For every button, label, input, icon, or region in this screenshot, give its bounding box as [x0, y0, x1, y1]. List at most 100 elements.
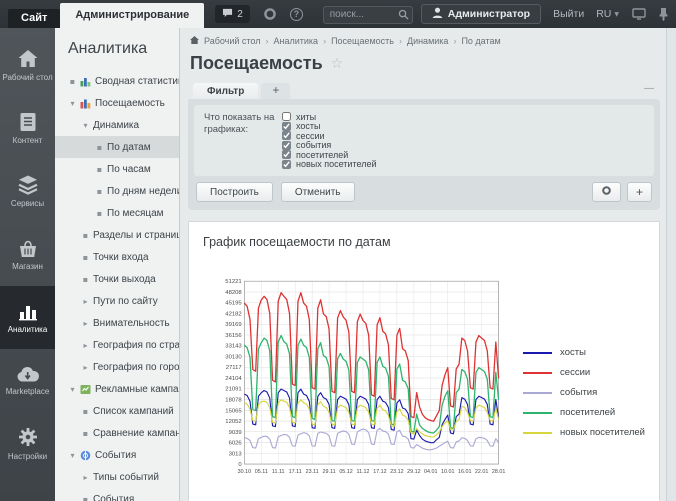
- sidebar-item[interactable]: ▾События: [55, 444, 179, 466]
- sidebar-item[interactable]: ▾Рекламные кампании: [55, 378, 179, 400]
- help-icon[interactable]: ?: [290, 8, 303, 21]
- filter-checkbox[interactable]: [282, 131, 291, 140]
- sidebar-item[interactable]: ▾Посещаемость: [55, 92, 179, 114]
- rail-item-settings[interactable]: Настройки: [0, 412, 55, 475]
- sidebar-item-label: Внимательность: [93, 318, 170, 329]
- sidebar-item[interactable]: ▪Сводная статистика: [55, 70, 179, 92]
- filter-option-label: хосты: [296, 121, 321, 131]
- filter-option[interactable]: хосты: [282, 122, 376, 132]
- breadcrumb-home-icon[interactable]: [190, 36, 199, 46]
- sidebar-item-label: Точки входа: [93, 252, 149, 263]
- filter-option[interactable]: хиты: [282, 112, 376, 122]
- svg-text:29.12: 29.12: [407, 469, 420, 475]
- sidebar-item[interactable]: ▪По датам: [55, 136, 179, 158]
- rail-item-services[interactable]: Сервисы: [0, 160, 55, 223]
- chart-title: График посещаемости по датам: [203, 235, 645, 249]
- bullet-icon: ▪: [81, 253, 90, 262]
- sidebar-item[interactable]: ▪По месяцам: [55, 202, 179, 224]
- breadcrumb-item[interactable]: Аналитика: [274, 36, 319, 46]
- user-button[interactable]: Администратор: [421, 4, 541, 24]
- rail-item-desktop[interactable]: Рабочий стол: [0, 34, 55, 97]
- chevron-right-icon: ▸: [81, 297, 90, 306]
- tab-admin[interactable]: Администрирование: [60, 3, 204, 28]
- filter-checkbox[interactable]: [282, 150, 291, 159]
- sidebar-item[interactable]: ▪Разделы и страницы: [55, 224, 179, 246]
- favorite-star-icon[interactable]: ☆: [331, 56, 344, 72]
- sidebar-item-label: Разделы и страницы: [93, 230, 180, 241]
- rail-item-shop[interactable]: Магазин: [0, 223, 55, 286]
- filter-checkbox[interactable]: [282, 112, 291, 121]
- filter-checkbox[interactable]: [282, 160, 291, 169]
- desktop-view-icon[interactable]: [632, 8, 646, 20]
- legend-label: новых посетителей: [560, 427, 645, 438]
- legend-item: сессии: [523, 367, 645, 378]
- settings-gear-icon[interactable]: [263, 7, 277, 21]
- filter-option[interactable]: сессии: [282, 131, 376, 141]
- legend-color-line: [523, 432, 552, 434]
- sidebar-item-label: Точки выхода: [93, 274, 156, 285]
- filter-checkbox[interactable]: [282, 141, 291, 150]
- sidebar-item[interactable]: ▪Сравнение кампаний: [55, 422, 179, 444]
- vertical-scrollbar[interactable]: [666, 28, 676, 501]
- filter-option[interactable]: посетителей: [282, 150, 376, 160]
- svg-text:10.01: 10.01: [441, 469, 454, 475]
- page-head: Посещаемость ☆: [188, 46, 660, 83]
- svg-text:23.12: 23.12: [390, 469, 403, 475]
- rail-item-analytics[interactable]: Аналитика: [0, 286, 55, 349]
- sidebar-item-label: По часам: [107, 164, 151, 175]
- breadcrumb: Рабочий стол›Аналитика›Посещаемость›Дина…: [188, 28, 660, 46]
- legend-label: посетителей: [560, 407, 615, 418]
- svg-text:33143: 33143: [225, 344, 242, 350]
- chevron-right-icon: ▸: [81, 363, 90, 372]
- tab-filter[interactable]: Фильтр: [193, 83, 258, 99]
- sidebar-item[interactable]: ▪По часам: [55, 158, 179, 180]
- breadcrumb-item[interactable]: Рабочий стол: [204, 36, 261, 46]
- cancel-button[interactable]: Отменить: [281, 182, 355, 202]
- filter-option[interactable]: новых посетителей: [282, 160, 376, 170]
- tab-site[interactable]: Сайт: [8, 9, 60, 28]
- breadcrumb-separator: ›: [453, 36, 456, 46]
- svg-text:18078: 18078: [225, 398, 242, 404]
- sidebar-item[interactable]: ▪Список кампаний: [55, 400, 179, 422]
- rail-item-marketplace[interactable]: Marketplace: [0, 349, 55, 412]
- sidebar-item[interactable]: ▸Внимательность: [55, 312, 179, 334]
- filter-fields: Что показать на графиках: хитыхостысесси…: [194, 105, 654, 176]
- minimize-filter-icon[interactable]: —: [644, 83, 654, 94]
- language-selector[interactable]: RU ▼: [596, 8, 619, 20]
- add-field-button[interactable]: +: [627, 182, 652, 202]
- legend-item: новых посетителей: [523, 427, 645, 438]
- notifications-button[interactable]: 2: [215, 5, 250, 23]
- filter-checkbox[interactable]: [282, 122, 291, 131]
- filter-settings-button[interactable]: [592, 182, 621, 202]
- logout-link[interactable]: Выйти: [553, 8, 584, 20]
- breadcrumb-item[interactable]: Посещаемость: [331, 36, 394, 46]
- chevron-down-icon: ▾: [68, 451, 77, 460]
- svg-text:29.11: 29.11: [323, 469, 336, 475]
- sidebar-item[interactable]: ▪Точки выхода: [55, 268, 179, 290]
- topbar: Сайт Администрирование 2 ? Администратор…: [0, 0, 676, 28]
- sidebar-item[interactable]: ▸География по городам: [55, 356, 179, 378]
- sidebar-item-label: Типы событий: [93, 472, 159, 483]
- rail-item-content[interactable]: Контент: [0, 97, 55, 160]
- sidebar-item[interactable]: ▸Пути по сайту: [55, 290, 179, 312]
- breadcrumb-item[interactable]: Динамика: [407, 36, 448, 46]
- sidebar-item[interactable]: ▾Динамика: [55, 114, 179, 136]
- pin-icon[interactable]: [659, 8, 668, 21]
- sidebar-item[interactable]: ▪По дням недели: [55, 180, 179, 202]
- add-filter-tab-button[interactable]: +: [261, 83, 290, 99]
- search-icon[interactable]: [398, 7, 409, 25]
- sidebar-item[interactable]: ▪События: [55, 488, 179, 501]
- legend-color-line: [523, 392, 552, 394]
- svg-text:24104: 24104: [225, 376, 242, 382]
- breadcrumb-item[interactable]: По датам: [461, 36, 500, 46]
- user-button-label: Администратор: [448, 8, 530, 20]
- filter-option-label: хиты: [296, 112, 316, 122]
- filter-option[interactable]: события: [282, 141, 376, 151]
- bullet-icon: ▪: [81, 429, 90, 438]
- sidebar-item[interactable]: ▸География по странам: [55, 334, 179, 356]
- gear-icon: [601, 185, 612, 199]
- build-button[interactable]: Построить: [196, 182, 273, 202]
- sidebar-item[interactable]: ▸Типы событий: [55, 466, 179, 488]
- legend-color-line: [523, 372, 552, 374]
- sidebar-item[interactable]: ▪Точки входа: [55, 246, 179, 268]
